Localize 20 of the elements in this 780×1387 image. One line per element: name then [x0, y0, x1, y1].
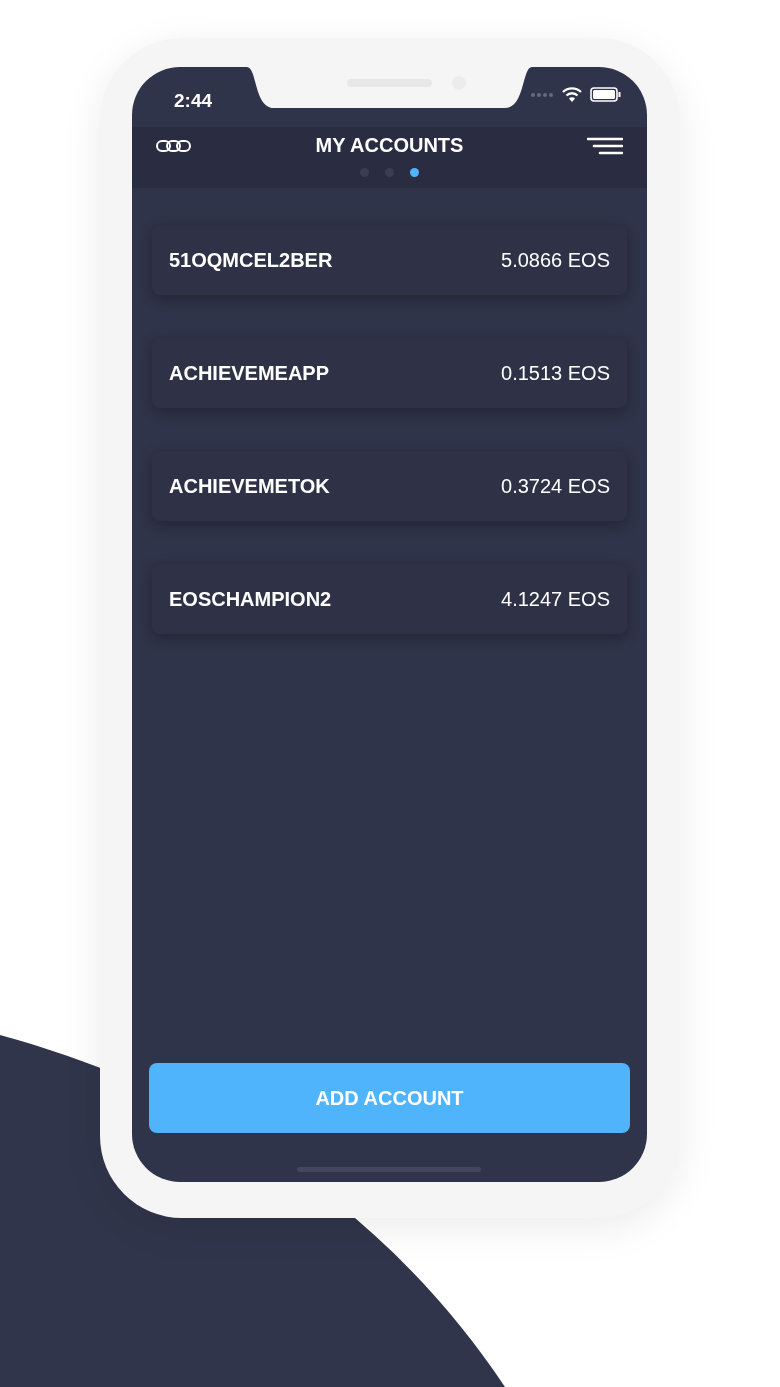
chain-icon	[156, 139, 192, 153]
account-balance: 0.3724 EOS	[501, 474, 610, 499]
account-name: ACHIEVEMEAPP	[169, 361, 330, 386]
signal-icon	[530, 91, 554, 98]
account-card[interactable]: EOSCHAMPION2 4.1247 EOS	[152, 564, 627, 634]
menu-icon[interactable]	[587, 137, 623, 155]
account-balance: 4.1247 EOS	[501, 587, 610, 612]
account-card[interactable]: ACHIEVEMETOK 0.3724 EOS	[152, 451, 627, 521]
account-name: ACHIEVEMETOK	[169, 474, 330, 499]
account-balance: 0.1513 EOS	[501, 361, 610, 386]
screen-title: MY ACCOUNTS	[315, 133, 464, 158]
account-card[interactable]: ACHIEVEMEAPP 0.1513 EOS	[152, 338, 627, 408]
status-time: 2:44	[174, 89, 213, 113]
account-card[interactable]: 51OQMCEL2BER 5.0866 EOS	[152, 225, 627, 295]
account-name: 51OQMCEL2BER	[169, 248, 333, 273]
account-name: EOSCHAMPION2	[169, 587, 332, 612]
account-balance: 5.0866 EOS	[501, 248, 610, 273]
page-dot[interactable]	[410, 168, 419, 177]
battery-icon	[590, 87, 621, 102]
wifi-icon	[562, 87, 582, 102]
